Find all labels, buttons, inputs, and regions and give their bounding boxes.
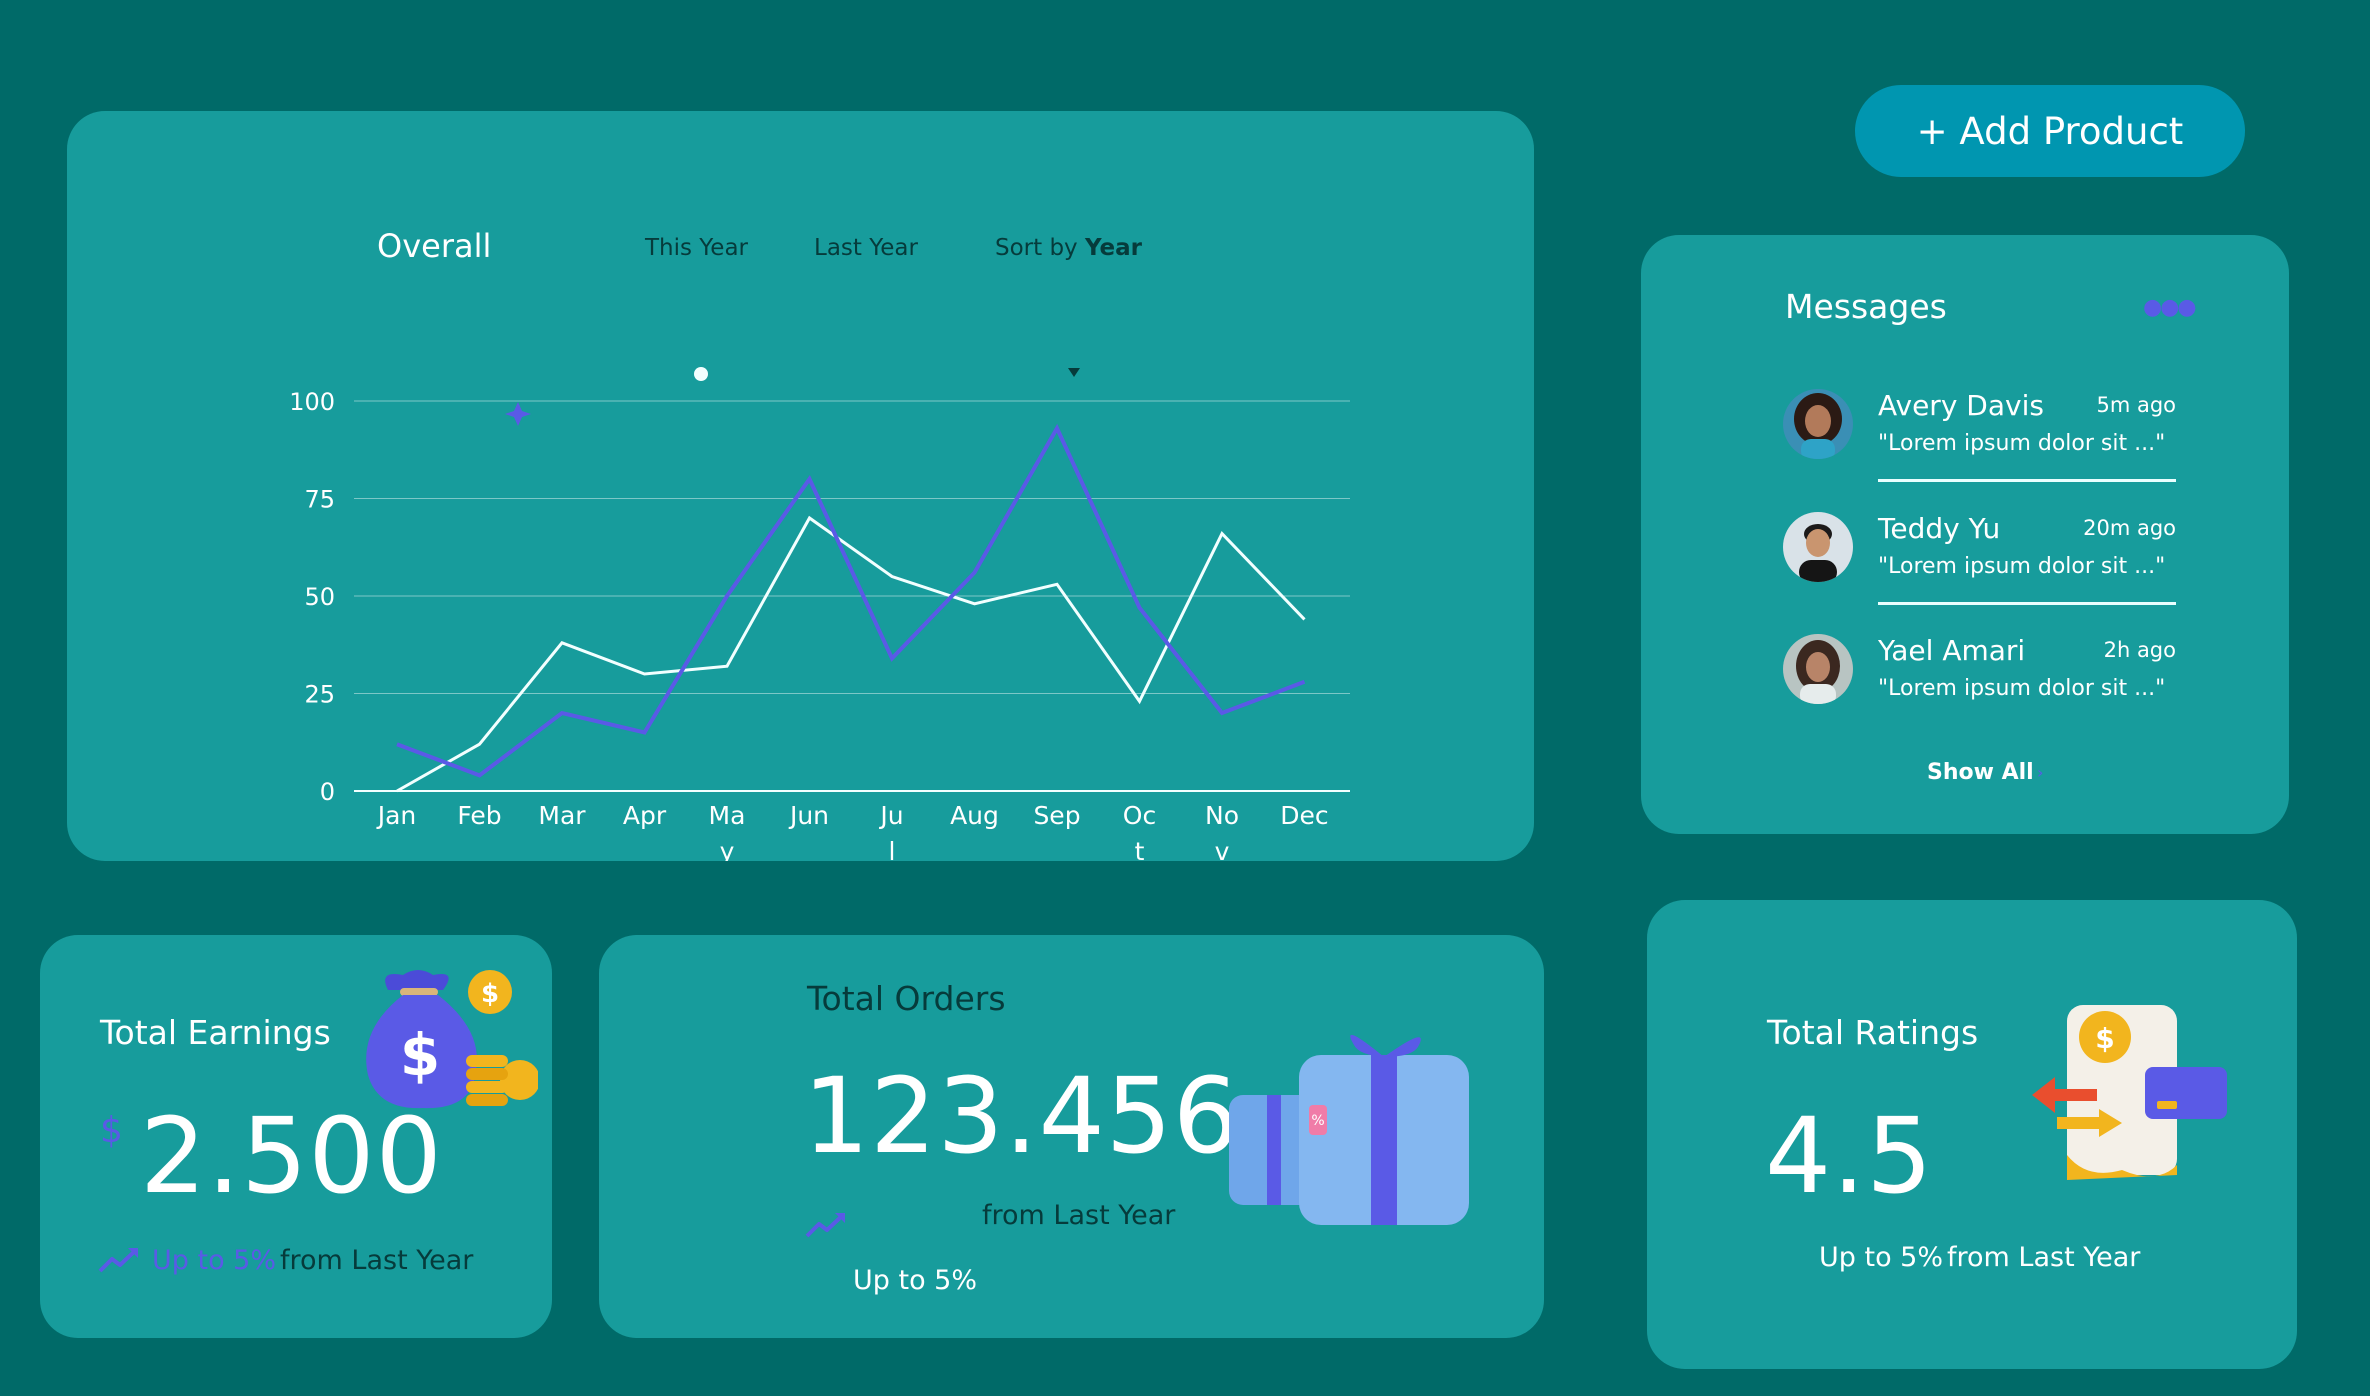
overall-chart-card: Overall This Year Last Year Sort by Year…: [67, 111, 1534, 861]
x-tick-label: Aug: [950, 801, 999, 830]
money-bag-icon: $ $: [366, 970, 538, 1109]
gift-box-icon: %: [1229, 1034, 1469, 1225]
ratings-value: 4.5: [1765, 1095, 1934, 1217]
legend-markers: [505, 367, 1080, 426]
x-tick-label: l: [889, 837, 896, 861]
sort-caret-icon: [1068, 368, 1080, 377]
total-earnings-card: Total Earnings $ 2.500 Up to 5% from Las…: [40, 935, 552, 1338]
orders-title: Total Orders: [807, 979, 1006, 1018]
message-time: 2h ago: [2103, 638, 2176, 662]
earnings-value: 2.500: [140, 1095, 443, 1217]
orders-value: 123.456: [803, 1055, 1241, 1177]
y-tick-label: 50: [304, 583, 335, 611]
x-tick-label: Oc: [1123, 801, 1156, 830]
series-line-this-year: [396, 515, 1306, 793]
x-tick-label: t: [1135, 837, 1145, 861]
chevron-right-icon: ›: [2037, 763, 2044, 782]
svg-text:%: %: [1311, 1113, 1324, 1129]
svg-text:$: $: [2095, 1022, 2114, 1055]
messages-card: Messages ●●● Avery Davis 5m ago "Lorem i…: [1641, 235, 2289, 834]
avatar: [1783, 512, 1853, 582]
show-all-link[interactable]: Show All: [1927, 760, 2034, 785]
y-axis-ticks: 0 25 50 75 100: [289, 388, 335, 806]
sender-name: Teddy Yu: [1878, 512, 2001, 545]
sender-name: Yael Amari: [1878, 634, 2026, 667]
x-tick-label: v: [1215, 837, 1230, 861]
x-tick-label: Dec: [1280, 801, 1328, 830]
x-tick-label: Ma: [709, 801, 746, 830]
line-chart: 0 25 50 75 100 Jan Feb Mar Apr Ma y Jun Ju l Aug Sep Oc…: [289, 367, 1350, 861]
legend-dot-this-year: [694, 367, 708, 381]
x-tick-label: y: [720, 837, 735, 861]
chart-grid: [354, 400, 1350, 792]
chart-series: [396, 423, 1306, 793]
payment-receipt-icon: $: [2032, 1005, 2227, 1180]
add-product-button[interactable]: + Add Product: [1855, 85, 2245, 177]
ratings-title: Total Ratings: [1767, 1013, 1979, 1052]
message-item[interactable]: Yael Amari 2h ago "Lorem ipsum dolor sit…: [1783, 628, 2176, 728]
avatar: [1783, 634, 1853, 704]
y-tick-label: 100: [289, 388, 335, 416]
x-tick-label: Feb: [457, 801, 501, 830]
total-orders-card: Total Orders 123.456 from Last Year Up t…: [599, 935, 1544, 1338]
x-tick-label: Jun: [788, 801, 829, 830]
divider: [1878, 602, 2176, 605]
svg-text:$: $: [400, 1021, 440, 1089]
y-tick-label: 0: [320, 778, 335, 806]
message-item[interactable]: Teddy Yu 20m ago "Lorem ipsum dolor sit …: [1783, 506, 2176, 606]
orders-trend-text: from Last Year: [982, 1200, 1176, 1231]
ratings-trend-text: from Last Year: [1947, 1242, 2141, 1273]
divider: [1878, 479, 2176, 482]
message-time: 20m ago: [2083, 516, 2176, 540]
x-tick-label: Sep: [1033, 801, 1080, 830]
y-tick-label: 25: [304, 681, 335, 709]
x-tick-label: Apr: [623, 801, 667, 830]
x-tick-label: Ju: [878, 801, 903, 830]
ratings-trend-percent: Up to 5%: [1819, 1242, 1944, 1273]
x-axis-ticks: Jan Feb Mar Apr Ma y Jun Ju l Aug Sep Oc t No v Dec: [376, 801, 1329, 861]
sparkle-icon: [505, 402, 531, 426]
svg-text:$: $: [481, 979, 499, 1009]
message-time: 5m ago: [2096, 393, 2176, 417]
trend-up-icon: [98, 1248, 138, 1273]
message-preview: "Lorem ipsum dolor sit ...": [1878, 431, 2166, 456]
message-preview: "Lorem ipsum dolor sit ...": [1878, 554, 2166, 579]
avatar: [1783, 389, 1853, 459]
earnings-trend-text: from Last Year: [280, 1245, 474, 1276]
earnings-trend-percent: Up to 5%: [152, 1245, 277, 1276]
x-tick-label: Mar: [538, 801, 586, 830]
message-preview: "Lorem ipsum dolor sit ...": [1878, 676, 2166, 701]
more-dots-icon[interactable]: ●●●: [2143, 295, 2197, 320]
sender-name: Avery Davis: [1878, 389, 2044, 422]
y-tick-label: 75: [304, 486, 335, 514]
x-tick-label: Jan: [376, 801, 417, 830]
trend-up-icon: [805, 1213, 845, 1238]
series-line-last-year: [396, 423, 1306, 778]
earnings-title: Total Earnings: [100, 1013, 331, 1052]
message-item[interactable]: Avery Davis 5m ago "Lorem ipsum dolor si…: [1783, 383, 2176, 483]
orders-trend-percent: Up to 5%: [853, 1265, 978, 1296]
messages-title: Messages: [1785, 287, 1947, 326]
total-ratings-card: Total Ratings 4.5 Up to 5% from Last Yea…: [1647, 900, 2297, 1369]
currency-symbol: $: [100, 1110, 123, 1151]
x-tick-label: No: [1205, 801, 1239, 830]
